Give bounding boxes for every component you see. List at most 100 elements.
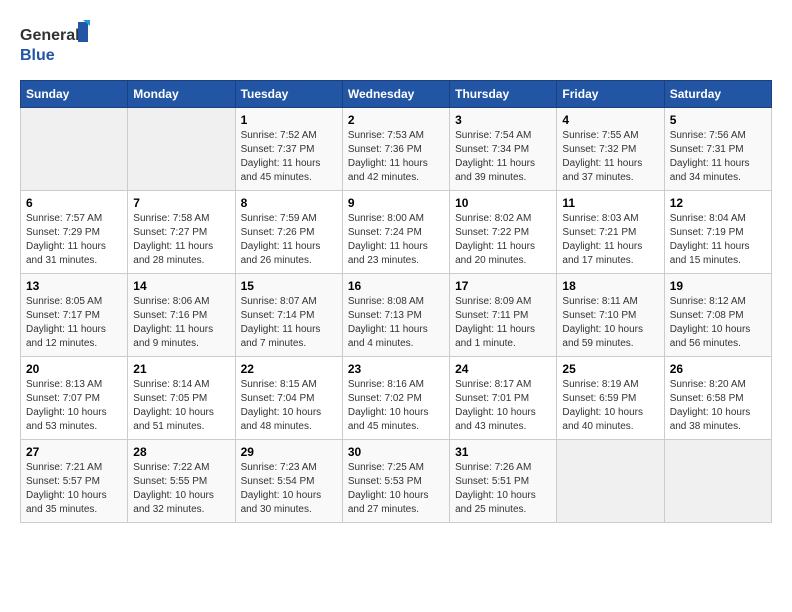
calendar-cell: 7Sunrise: 7:58 AM Sunset: 7:27 PM Daylig… — [128, 191, 235, 274]
day-info: Sunrise: 8:16 AM Sunset: 7:02 PM Dayligh… — [348, 378, 444, 434]
day-number: 14 — [133, 279, 229, 293]
calendar-cell — [557, 440, 664, 523]
logo-svg: General Blue — [20, 20, 100, 65]
day-number: 9 — [348, 196, 444, 210]
day-number: 2 — [348, 113, 444, 127]
calendar-cell: 6Sunrise: 7:57 AM Sunset: 7:29 PM Daylig… — [21, 191, 128, 274]
day-number: 7 — [133, 196, 229, 210]
day-info: Sunrise: 8:17 AM Sunset: 7:01 PM Dayligh… — [455, 378, 551, 434]
day-number: 28 — [133, 445, 229, 459]
calendar-cell: 27 Sunrise: 7:21 AM Sunset: 5:57 PM Dayli… — [21, 440, 128, 523]
day-info: Sunrise: 8:19 AM Sunset: 6:59 PM Dayligh… — [562, 378, 658, 434]
week-row-4: 27 Sunrise: 7:21 AM Sunset: 5:57 PM Dayli… — [21, 440, 772, 523]
day-info: Sunrise: 8:02 AM Sunset: 7:22 PM Dayligh… — [455, 212, 551, 268]
day-info: Sunrise: 8:20 AM Sunset: 6:58 PM Dayligh… — [670, 378, 766, 434]
day-number: 8 — [241, 196, 337, 210]
week-row-3: 20 Sunrise: 8:13 AM Sunset: 7:07 PM Dayli… — [21, 357, 772, 440]
calendar-cell: 14 Sunrise: 8:06 AM Sunset: 7:16 PM Dayli… — [128, 274, 235, 357]
weekday-header-monday: Monday — [128, 81, 235, 108]
day-info: Sunrise: 7:26 AM Sunset: 5:51 PM Dayligh… — [455, 461, 551, 517]
calendar-cell: 22Sunrise: 8:15 AM Sunset: 7:04 PM Dayli… — [235, 357, 342, 440]
week-row-0: 1 Sunrise: 7:52 AM Sunset: 7:37 PM Daylig… — [21, 108, 772, 191]
calendar-cell: 5 Sunrise: 7:56 AM Sunset: 7:31 PM Daylig… — [664, 108, 771, 191]
calendar-cell: 13 Sunrise: 8:05 AM Sunset: 7:17 PM Dayli… — [21, 274, 128, 357]
calendar-cell: 2 Sunrise: 7:53 AM Sunset: 7:36 PM Daylig… — [342, 108, 449, 191]
svg-text:General: General — [20, 27, 80, 44]
calendar-cell: 25Sunrise: 8:19 AM Sunset: 6:59 PM Dayli… — [557, 357, 664, 440]
calendar-cell: 20 Sunrise: 8:13 AM Sunset: 7:07 PM Dayli… — [21, 357, 128, 440]
day-info: Sunrise: 7:21 AM Sunset: 5:57 PM Dayligh… — [26, 461, 122, 517]
day-number: 13 — [26, 279, 122, 293]
day-number: 20 — [26, 362, 122, 376]
day-info: Sunrise: 7:22 AM Sunset: 5:55 PM Dayligh… — [133, 461, 229, 517]
day-info: Sunrise: 8:12 AM Sunset: 7:08 PM Dayligh… — [670, 295, 766, 351]
weekday-header-friday: Friday — [557, 81, 664, 108]
day-info: Sunrise: 8:14 AM Sunset: 7:05 PM Dayligh… — [133, 378, 229, 434]
day-number: 27 — [26, 445, 122, 459]
calendar-cell: 8Sunrise: 7:59 AM Sunset: 7:26 PM Daylig… — [235, 191, 342, 274]
day-info: Sunrise: 8:04 AM Sunset: 7:19 PM Dayligh… — [670, 212, 766, 268]
calendar-cell: 31Sunrise: 7:26 AM Sunset: 5:51 PM Dayli… — [450, 440, 557, 523]
calendar-cell: 16Sunrise: 8:08 AM Sunset: 7:13 PM Dayli… — [342, 274, 449, 357]
weekday-header-sunday: Sunday — [21, 81, 128, 108]
weekday-header-row: SundayMondayTuesdayWednesdayThursdayFrid… — [21, 81, 772, 108]
day-info: Sunrise: 7:25 AM Sunset: 5:53 PM Dayligh… — [348, 461, 444, 517]
day-info: Sunrise: 8:07 AM Sunset: 7:14 PM Dayligh… — [241, 295, 337, 351]
day-number: 26 — [670, 362, 766, 376]
day-info: Sunrise: 8:09 AM Sunset: 7:11 PM Dayligh… — [455, 295, 551, 351]
day-number: 1 — [241, 113, 337, 127]
calendar-cell: 17 Sunrise: 8:09 AM Sunset: 7:11 PM Dayli… — [450, 274, 557, 357]
day-info: Sunrise: 8:05 AM Sunset: 7:17 PM Dayligh… — [26, 295, 122, 351]
calendar-cell: 1 Sunrise: 7:52 AM Sunset: 7:37 PM Daylig… — [235, 108, 342, 191]
calendar-cell: 3 Sunrise: 7:54 AM Sunset: 7:34 PM Daylig… — [450, 108, 557, 191]
calendar-cell: 21 Sunrise: 8:14 AM Sunset: 7:05 PM Dayli… — [128, 357, 235, 440]
calendar-table: SundayMondayTuesdayWednesdayThursdayFrid… — [20, 80, 772, 523]
page-header: General Blue — [20, 20, 772, 65]
day-info: Sunrise: 7:56 AM Sunset: 7:31 PM Dayligh… — [670, 129, 766, 185]
calendar-cell: 24 Sunrise: 8:17 AM Sunset: 7:01 PM Dayli… — [450, 357, 557, 440]
calendar-cell: 11Sunrise: 8:03 AM Sunset: 7:21 PM Dayli… — [557, 191, 664, 274]
day-number: 21 — [133, 362, 229, 376]
calendar-cell — [664, 440, 771, 523]
calendar-cell: 26 Sunrise: 8:20 AM Sunset: 6:58 PM Dayli… — [664, 357, 771, 440]
svg-text:Blue: Blue — [20, 47, 55, 64]
day-number: 17 — [455, 279, 551, 293]
day-info: Sunrise: 8:13 AM Sunset: 7:07 PM Dayligh… — [26, 378, 122, 434]
day-info: Sunrise: 7:54 AM Sunset: 7:34 PM Dayligh… — [455, 129, 551, 185]
calendar-cell: 15 Sunrise: 8:07 AM Sunset: 7:14 PM Dayli… — [235, 274, 342, 357]
day-number: 3 — [455, 113, 551, 127]
day-number: 12 — [670, 196, 766, 210]
calendar-cell: 4Sunrise: 7:55 AM Sunset: 7:32 PM Daylig… — [557, 108, 664, 191]
day-info: Sunrise: 8:11 AM Sunset: 7:10 PM Dayligh… — [562, 295, 658, 351]
weekday-header-thursday: Thursday — [450, 81, 557, 108]
day-number: 11 — [562, 196, 658, 210]
day-info: Sunrise: 7:52 AM Sunset: 7:37 PM Dayligh… — [241, 129, 337, 185]
day-info: Sunrise: 8:00 AM Sunset: 7:24 PM Dayligh… — [348, 212, 444, 268]
day-number: 22 — [241, 362, 337, 376]
day-number: 19 — [670, 279, 766, 293]
day-number: 6 — [26, 196, 122, 210]
calendar-cell: 9 Sunrise: 8:00 AM Sunset: 7:24 PM Daylig… — [342, 191, 449, 274]
day-number: 18 — [562, 279, 658, 293]
weekday-header-tuesday: Tuesday — [235, 81, 342, 108]
weekday-header-saturday: Saturday — [664, 81, 771, 108]
day-info: Sunrise: 8:08 AM Sunset: 7:13 PM Dayligh… — [348, 295, 444, 351]
day-number: 24 — [455, 362, 551, 376]
calendar-cell: 18 Sunrise: 8:11 AM Sunset: 7:10 PM Dayli… — [557, 274, 664, 357]
calendar-cell: 29Sunrise: 7:23 AM Sunset: 5:54 PM Dayli… — [235, 440, 342, 523]
calendar-cell: 23Sunrise: 8:16 AM Sunset: 7:02 PM Dayli… — [342, 357, 449, 440]
day-info: Sunrise: 8:06 AM Sunset: 7:16 PM Dayligh… — [133, 295, 229, 351]
logo: General Blue — [20, 20, 100, 65]
calendar-cell — [128, 108, 235, 191]
day-number: 10 — [455, 196, 551, 210]
day-number: 15 — [241, 279, 337, 293]
calendar-cell: 19 Sunrise: 8:12 AM Sunset: 7:08 PM Dayli… — [664, 274, 771, 357]
day-info: Sunrise: 7:53 AM Sunset: 7:36 PM Dayligh… — [348, 129, 444, 185]
calendar-cell: 12 Sunrise: 8:04 AM Sunset: 7:19 PM Dayli… — [664, 191, 771, 274]
week-row-1: 6Sunrise: 7:57 AM Sunset: 7:29 PM Daylig… — [21, 191, 772, 274]
day-number: 5 — [670, 113, 766, 127]
day-number: 29 — [241, 445, 337, 459]
calendar-cell: 28 Sunrise: 7:22 AM Sunset: 5:55 PM Dayli… — [128, 440, 235, 523]
calendar-cell: 10 Sunrise: 8:02 AM Sunset: 7:22 PM Dayli… — [450, 191, 557, 274]
calendar-cell — [21, 108, 128, 191]
